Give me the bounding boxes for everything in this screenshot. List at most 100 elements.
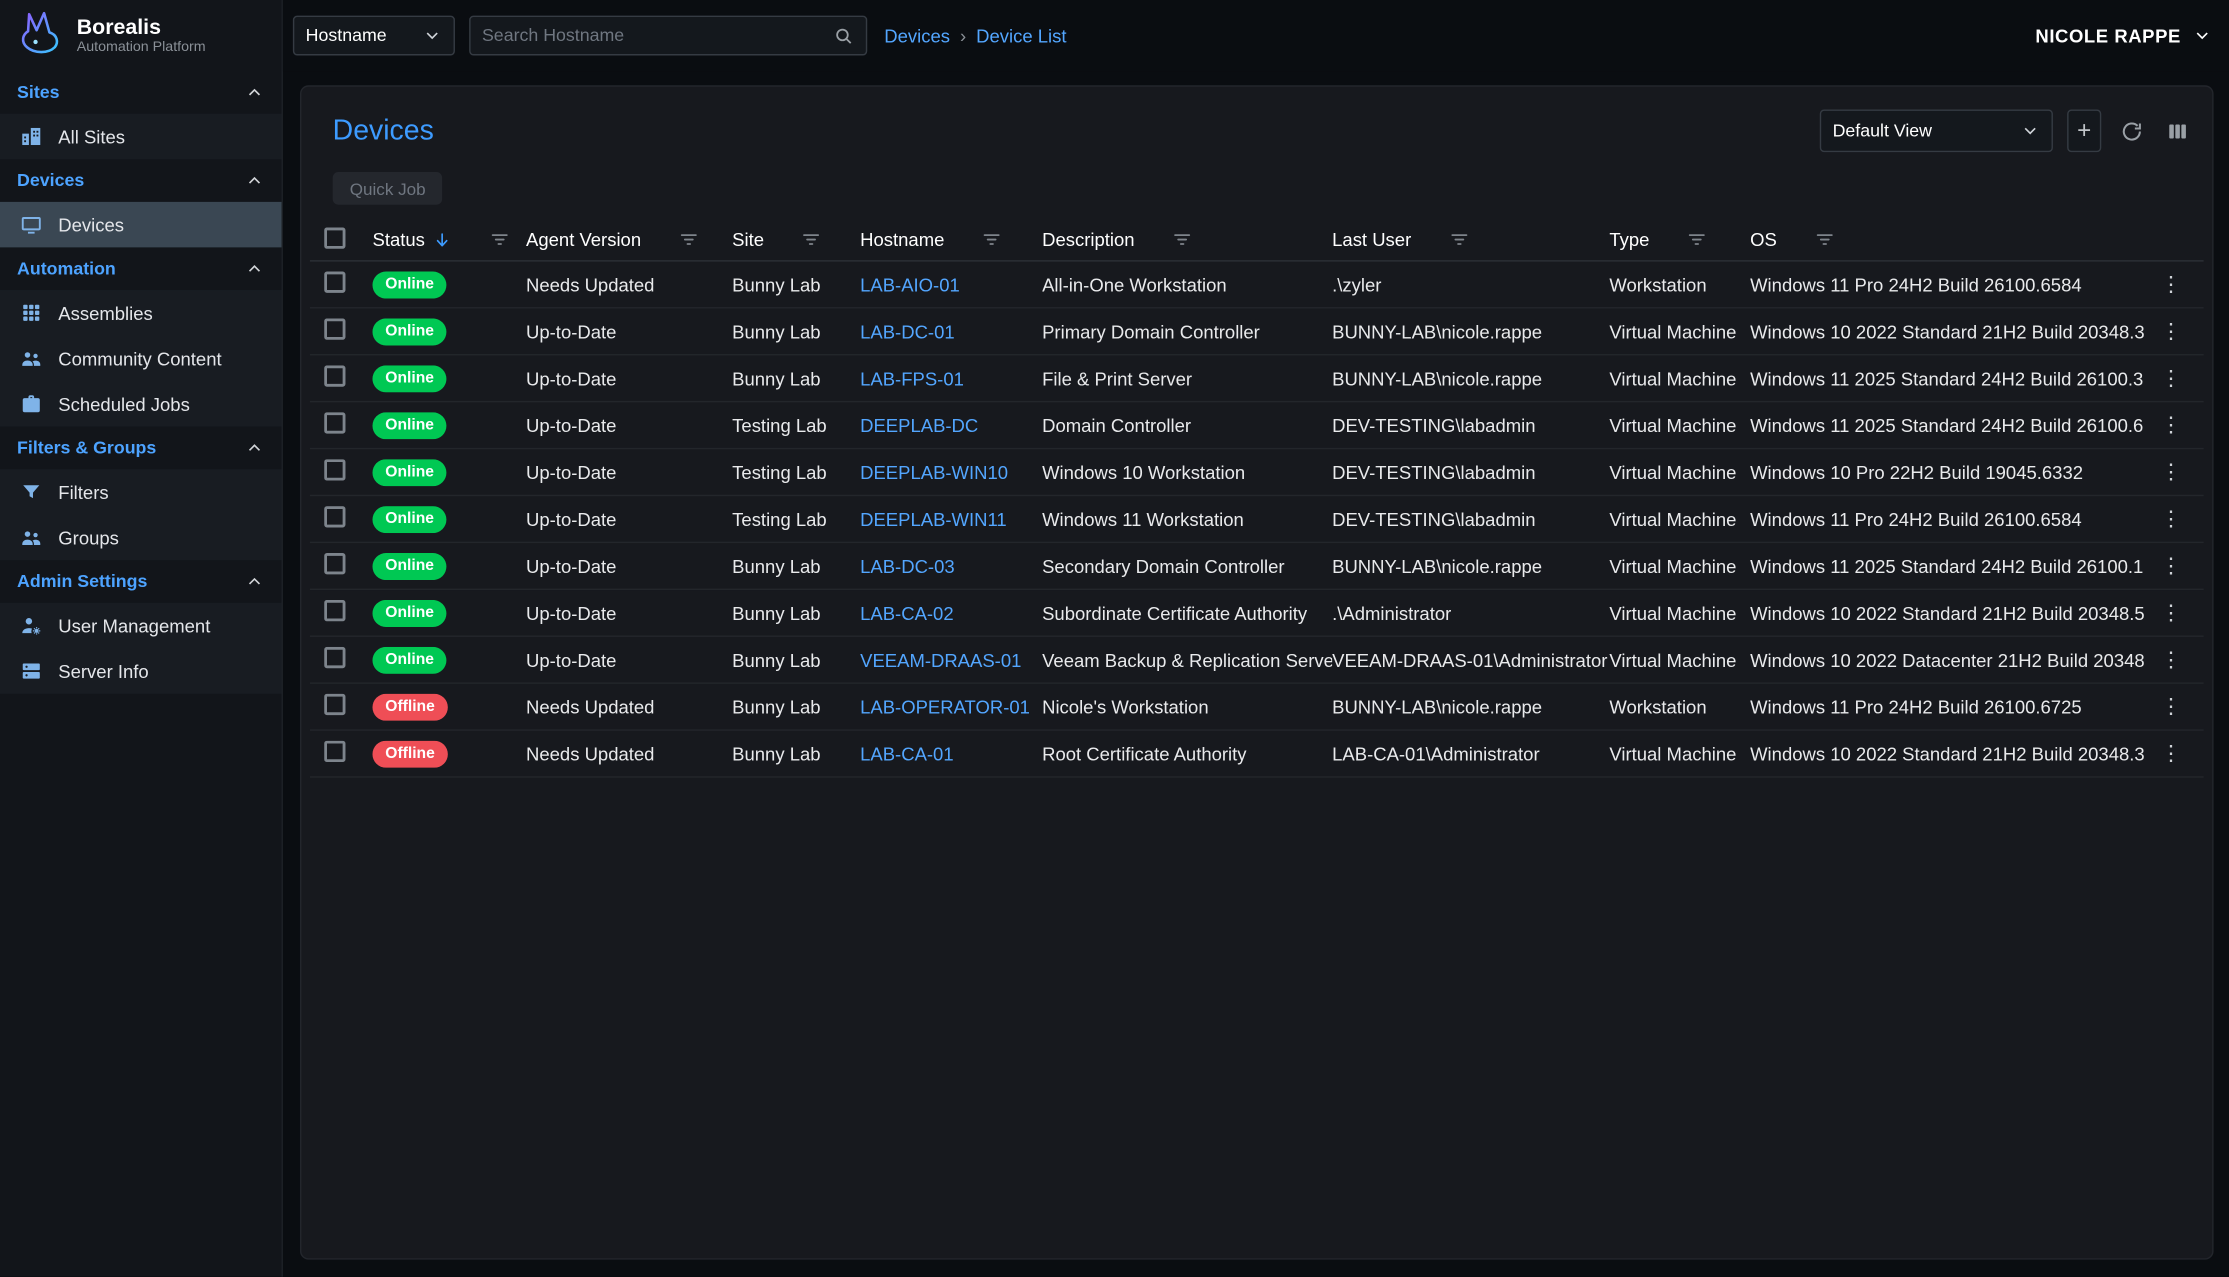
description-cell: Veeam Backup & Replication Server xyxy=(1042,649,1332,670)
column-header-last-user: Last User xyxy=(1332,229,1609,250)
column-header-site: Site xyxy=(732,229,860,250)
hostname-link[interactable]: LAB-OPERATOR-01 xyxy=(860,696,1030,717)
row-checkbox[interactable] xyxy=(324,272,345,293)
search-icon[interactable] xyxy=(833,25,854,46)
server-icon xyxy=(18,658,44,684)
row-checkbox[interactable] xyxy=(324,412,345,433)
search-field-select-value: Hostname xyxy=(306,26,387,46)
sidebar-section-devices[interactable]: Devices xyxy=(0,159,281,202)
column-header-label[interactable]: Type xyxy=(1609,229,1649,250)
row-menu-icon[interactable]: ⋮ xyxy=(2160,696,2181,717)
row-checkbox[interactable] xyxy=(324,318,345,339)
breadcrumb-link-devices[interactable]: Devices xyxy=(884,25,950,46)
column-header-type: Type xyxy=(1609,229,1750,250)
row-checkbox[interactable] xyxy=(324,553,345,574)
row-menu-icon[interactable]: ⋮ xyxy=(2160,414,2181,435)
filter-icon[interactable] xyxy=(801,229,822,250)
filter-icon[interactable] xyxy=(1686,229,1707,250)
sidebar-item-user-management[interactable]: User Management xyxy=(0,603,281,648)
sidebar-item-assemblies[interactable]: Assemblies xyxy=(0,290,281,335)
row-checkbox[interactable] xyxy=(324,741,345,762)
hostname-link[interactable]: VEEAM-DRAAS-01 xyxy=(860,649,1021,670)
column-header-label[interactable]: Site xyxy=(732,229,764,250)
row-checkbox[interactable] xyxy=(324,459,345,480)
type-cell: Virtual Machine xyxy=(1609,414,1750,435)
hostname-link[interactable]: LAB-CA-01 xyxy=(860,743,953,764)
column-header-label[interactable]: Description xyxy=(1042,229,1134,250)
sidebar-section-label: Admin Settings xyxy=(17,572,147,592)
row-checkbox[interactable] xyxy=(324,647,345,668)
column-header-label[interactable]: Status xyxy=(372,229,424,250)
hostname-link[interactable]: LAB-DC-01 xyxy=(860,321,954,342)
hostname-link[interactable]: DEEPLAB-DC xyxy=(860,414,978,435)
app-name: Borealis xyxy=(77,15,206,40)
os-cell: Windows 10 2022 Datacenter 21H2 Build 20… xyxy=(1750,649,2144,670)
column-header-label[interactable]: OS xyxy=(1750,229,1777,250)
quick-job-button[interactable]: Quick Job xyxy=(333,172,443,205)
row-menu-icon[interactable]: ⋮ xyxy=(2160,274,2181,295)
sidebar-item-groups[interactable]: Groups xyxy=(0,515,281,560)
refresh-button[interactable] xyxy=(2115,115,2146,146)
sidebar-item-devices[interactable]: Devices xyxy=(0,202,281,247)
sidebar-item-label: All Sites xyxy=(58,126,125,147)
row-checkbox[interactable] xyxy=(324,506,345,527)
table-row: Online Up-to-Date Bunny Lab LAB-DC-03 Se… xyxy=(310,543,2204,590)
status-badge: Online xyxy=(372,365,446,392)
hostname-link[interactable]: DEEPLAB-WIN10 xyxy=(860,461,1008,482)
column-header-label[interactable]: Hostname xyxy=(860,229,944,250)
agent-version-cell: Up-to-Date xyxy=(526,555,732,576)
hostname-link[interactable]: LAB-DC-03 xyxy=(860,555,954,576)
columns-button[interactable] xyxy=(2161,115,2192,146)
os-cell: Windows 10 2022 Standard 21H2 Build 2034… xyxy=(1750,602,2144,623)
user-name: NICOLE RAPPE xyxy=(2035,25,2180,46)
devices-icon xyxy=(18,212,44,238)
hostname-link[interactable]: LAB-FPS-01 xyxy=(860,368,964,389)
sidebar-item-filters[interactable]: Filters xyxy=(0,469,281,514)
sidebar-section-filters-groups[interactable]: Filters & Groups xyxy=(0,427,281,470)
sidebar-item-server-info[interactable]: Server Info xyxy=(0,648,281,693)
search-field-select[interactable]: Hostname xyxy=(293,16,455,56)
site-cell: Testing Lab xyxy=(732,461,860,482)
last-user-cell: .\zyler xyxy=(1332,274,1609,295)
sidebar-section-sites[interactable]: Sites xyxy=(0,71,281,114)
row-checkbox[interactable] xyxy=(324,600,345,621)
status-badge: Online xyxy=(372,271,446,298)
filter-icon[interactable] xyxy=(489,229,510,250)
hostname-link[interactable]: DEEPLAB-WIN11 xyxy=(860,508,1007,529)
row-checkbox[interactable] xyxy=(324,694,345,715)
row-menu-icon[interactable]: ⋮ xyxy=(2160,321,2181,342)
filter-icon[interactable] xyxy=(1814,229,1835,250)
row-menu-icon[interactable]: ⋮ xyxy=(2160,461,2181,482)
row-menu-icon[interactable]: ⋮ xyxy=(2160,602,2181,623)
filter-icon[interactable] xyxy=(1448,229,1469,250)
columns-icon xyxy=(2165,119,2189,143)
hostname-link[interactable]: LAB-AIO-01 xyxy=(860,274,960,295)
row-menu-icon[interactable]: ⋮ xyxy=(2160,555,2181,576)
last-user-cell: BUNNY-LAB\nicole.rappe xyxy=(1332,321,1609,342)
select-all-checkbox[interactable] xyxy=(324,227,345,248)
view-select[interactable]: Default View xyxy=(1820,109,2053,152)
type-cell: Workstation xyxy=(1609,696,1750,717)
filter-icon[interactable] xyxy=(981,229,1002,250)
filter-icon[interactable] xyxy=(678,229,699,250)
filter-icon[interactable] xyxy=(1172,229,1193,250)
search-input[interactable] xyxy=(482,26,833,46)
row-menu-icon[interactable]: ⋮ xyxy=(2160,649,2181,670)
sidebar-section-automation[interactable]: Automation xyxy=(0,247,281,290)
borealis-logo-icon xyxy=(14,10,65,61)
row-menu-icon[interactable]: ⋮ xyxy=(2160,368,2181,389)
column-header-label[interactable]: Agent Version xyxy=(526,229,641,250)
column-header-label[interactable]: Last User xyxy=(1332,229,1411,250)
sidebar-item-all-sites[interactable]: All Sites xyxy=(0,114,281,159)
groups-icon xyxy=(18,525,44,551)
add-view-button[interactable]: + xyxy=(2067,109,2101,152)
row-menu-icon[interactable]: ⋮ xyxy=(2160,508,2181,529)
row-checkbox[interactable] xyxy=(324,365,345,386)
sidebar-item-scheduled-jobs[interactable]: Scheduled Jobs xyxy=(0,381,281,426)
row-menu-icon[interactable]: ⋮ xyxy=(2160,743,2181,764)
user-menu[interactable]: NICOLE RAPPE xyxy=(2035,25,2212,46)
sidebar-item-community-content[interactable]: Community Content xyxy=(0,336,281,381)
breadcrumb-link-device-list[interactable]: Device List xyxy=(976,25,1066,46)
hostname-link[interactable]: LAB-CA-02 xyxy=(860,602,953,623)
sidebar-section-admin-settings[interactable]: Admin Settings xyxy=(0,560,281,603)
